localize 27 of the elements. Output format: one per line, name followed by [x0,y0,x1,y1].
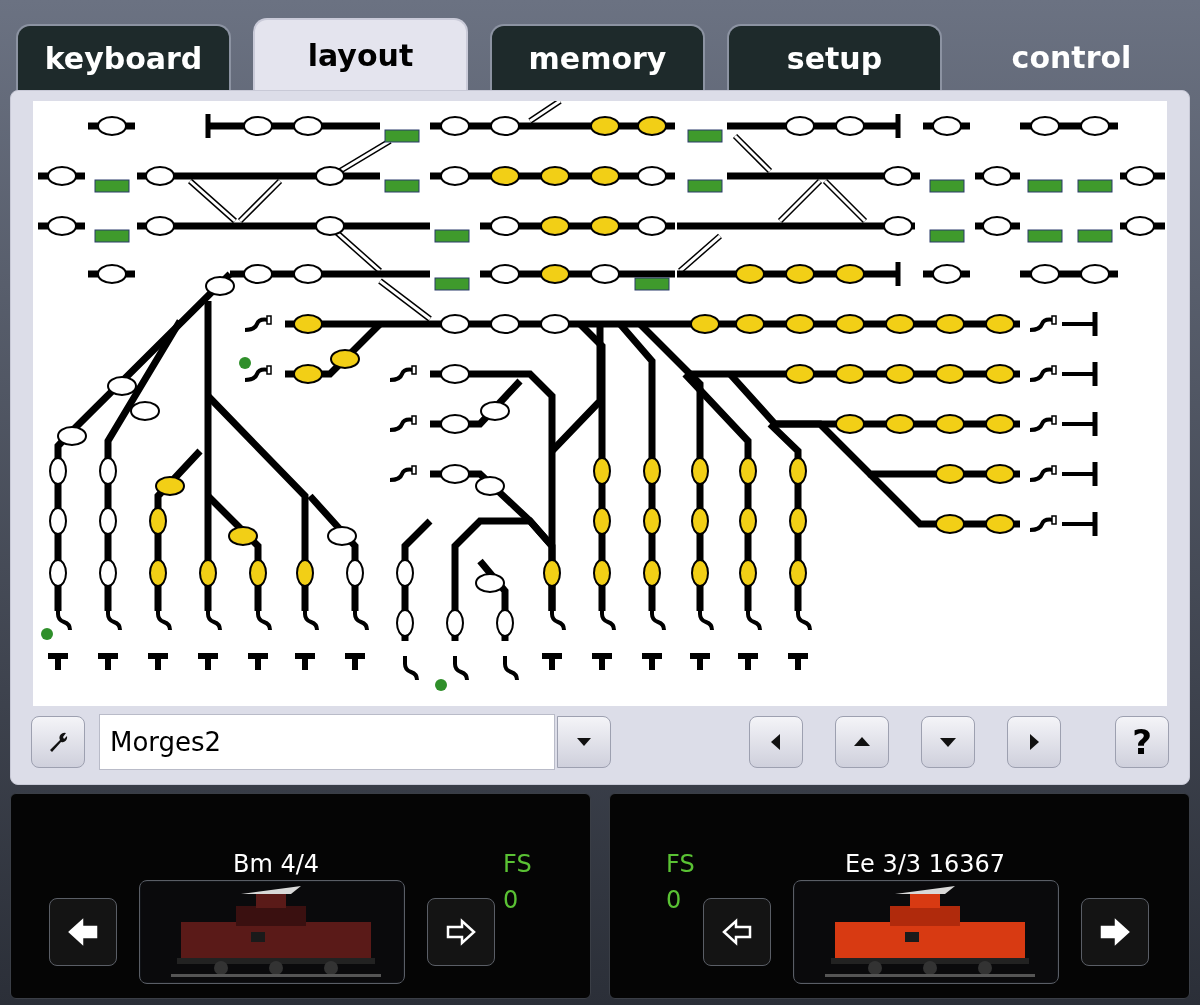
scroll-down-button[interactable] [921,716,975,768]
help-button[interactable]: ? [1115,716,1169,768]
direction-button[interactable] [703,898,771,966]
direction-button[interactable] [1081,898,1149,966]
locomotive-name: Ee 3/3 16367 [843,849,1007,880]
layout-name-field[interactable]: Morges2 [99,714,555,770]
speed-value: 0 [666,885,682,916]
speed-value: 0 [503,885,519,916]
scroll-left-button[interactable] [749,716,803,768]
direction-button[interactable] [49,898,117,966]
filled-arrow-icon [66,917,100,947]
direction-button[interactable] [427,898,495,966]
outline-arrow-icon [444,917,478,947]
filled-arrow-icon [1098,917,1132,947]
speed-label: FS [503,849,532,880]
settings-button[interactable] [31,716,85,768]
tab[interactable]: control [964,24,1179,90]
tab[interactable]: layout [253,18,468,90]
dropdown-button[interactable] [557,716,611,768]
tab[interactable]: setup [727,24,942,90]
tab[interactable]: keyboard [16,24,231,90]
outline-arrow-icon [720,917,754,947]
scroll-right-button[interactable] [1007,716,1061,768]
scroll-up-button[interactable] [835,716,889,768]
locomotive-name: Bm 4/4 [231,849,321,880]
speed-label: FS [666,849,695,880]
tab[interactable]: memory [490,24,705,90]
